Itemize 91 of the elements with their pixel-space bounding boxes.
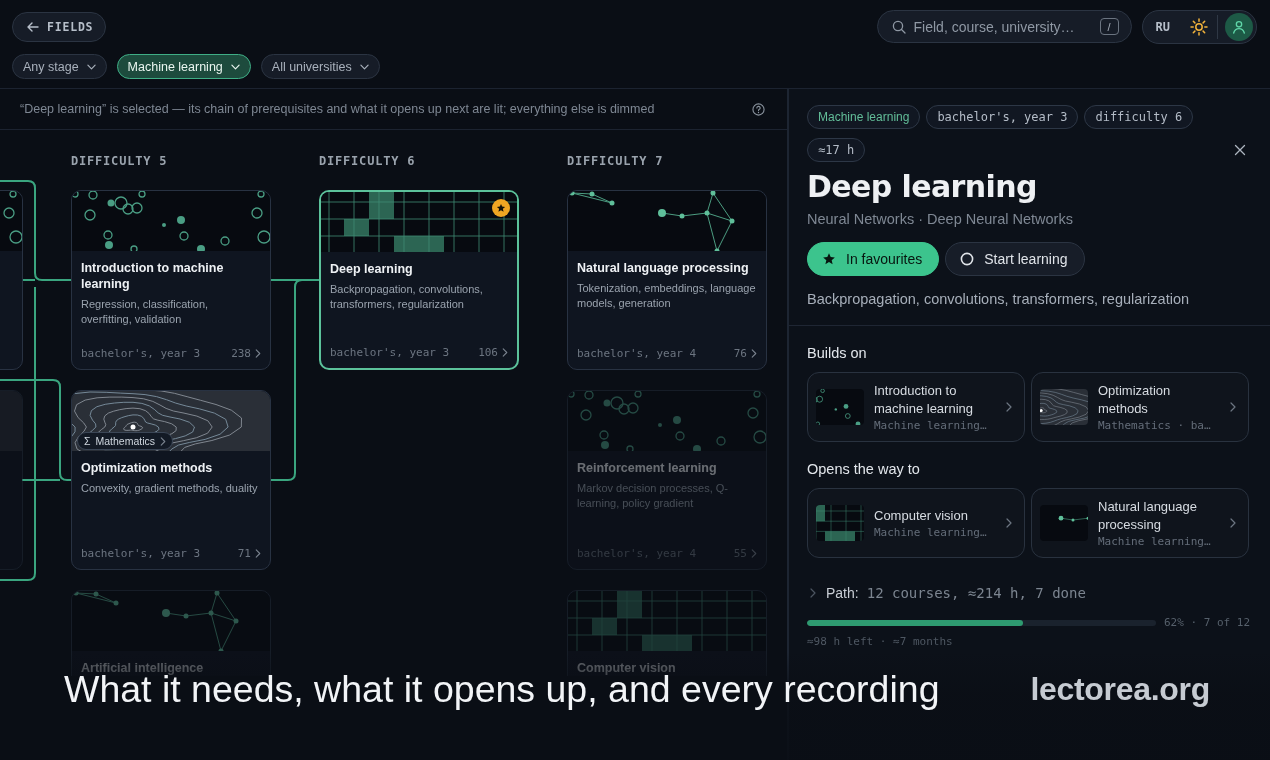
arrow-left-icon <box>27 21 39 33</box>
chevron-right-icon <box>255 549 261 558</box>
back-button[interactable]: FIELDS <box>12 12 106 42</box>
course-topics: Regression, classification, overfitting, validation <box>81 297 210 327</box>
course-link[interactable]: Introduction to machine learning Machine learning… <box>807 372 1025 442</box>
tag: difficulty 6 <box>1084 105 1194 129</box>
chevron-right-icon <box>751 349 757 358</box>
filter-dropdown[interactable]: Any stage <box>12 54 107 79</box>
field-link[interactable]: Σ Mathematics <box>77 432 174 450</box>
progress-reading: 62% · 7 of 12 <box>1163 616 1250 629</box>
column-heading: DIFFICULTY 6 <box>319 154 417 168</box>
start-button[interactable]: Start learning <box>945 242 1085 276</box>
path-summary: 12 courses, ≈214 h, 7 done <box>866 585 1086 601</box>
course-card[interactable]: Natural language processing Tokenization, embeddings, language models, generation bachelor's, year 4 76 <box>567 190 767 370</box>
link-meta: Machine learning… <box>874 419 988 432</box>
course-link[interactable]: Optimization methods Mathematics · ba… <box>1031 372 1249 442</box>
caret-icon <box>230 63 240 70</box>
course-title: Optimization methods <box>81 460 214 476</box>
close-button[interactable] <box>1234 144 1246 156</box>
chevron-right-icon[interactable] <box>810 588 816 598</box>
course-title: Natural language processing <box>577 260 750 276</box>
course-link[interactable]: Natural language processing Machine learning… <box>1031 488 1249 558</box>
link-meta: Machine learning… <box>874 526 988 539</box>
course-title: Reinforcement learning <box>577 460 718 476</box>
bubbles-drawing <box>816 389 864 425</box>
shortcut-key: / <box>1099 18 1119 35</box>
course-topics: Markov decision processes, Q-learning, policy gradient <box>577 481 729 511</box>
help-icon[interactable] <box>752 102 765 116</box>
course-heading: Deep learning <box>807 168 1038 206</box>
link-title: Natural language processing <box>1098 498 1199 534</box>
chevron-right-icon <box>255 349 261 358</box>
tag: Machine learning <box>807 105 921 129</box>
course-card[interactable]: Σ Mathematics Optimization methods Convexity, gradient methods, duality bachelor's, year 3 71 <box>71 390 271 570</box>
time-remaining: ≈98 h left · ≈7 months <box>807 635 954 648</box>
chevron-right-icon <box>1230 518 1236 528</box>
column-heading: DIFFICULTY 7 <box>567 154 665 168</box>
network-drawing <box>1040 505 1088 541</box>
recording-count: 238 <box>231 347 251 360</box>
course-topics: Backpropagation, convolutions, transformers, regularization <box>330 282 484 312</box>
chevron-right-icon <box>502 348 508 357</box>
tag: ≈17 h <box>807 138 866 162</box>
caret-icon <box>359 63 369 70</box>
course-title: Computer vision <box>577 660 677 675</box>
course-level: bachelor's, year 3 <box>330 346 450 359</box>
course-level: bachelor's, year 3 <box>81 347 201 360</box>
link-title: Introduction to machine learning <box>874 382 974 418</box>
search-icon <box>891 20 906 34</box>
link-title: Optimization methods <box>1098 382 1172 418</box>
course-description: Backpropagation, convolutions, transformers, regularization <box>807 291 1191 307</box>
course-link[interactable]: Computer vision Machine learning… <box>807 488 1025 558</box>
course-subfields: Neural Networks · Deep Neural Networks <box>807 211 1074 227</box>
recording-count: 71 <box>237 547 251 560</box>
chevron-right-icon <box>751 549 757 558</box>
chevron-right-icon <box>1006 402 1012 412</box>
grid-drawing <box>816 505 864 541</box>
theme-toggle[interactable] <box>1190 18 1208 36</box>
course-topics: Tokenization, embeddings, language models, generation <box>577 281 757 311</box>
course-title: Deep learning <box>330 261 414 277</box>
course-level: bachelor's, year 4 <box>577 347 697 360</box>
course-card[interactable]: Introduction to machine learning Regression, classification, overfitting, validation bachelor's, year 3 238 <box>71 190 271 370</box>
circle-icon <box>960 252 975 266</box>
caret-icon <box>86 63 96 70</box>
course-title: Introduction to machine learning <box>81 260 225 292</box>
tag: bachelor's, year 3 <box>926 105 1079 129</box>
filter-dropdown[interactable]: Machine learning <box>116 54 251 79</box>
person-icon <box>1231 19 1247 35</box>
course-level: bachelor's, year 3 <box>81 547 201 560</box>
recording-count: 106 <box>478 346 498 359</box>
chevron-right-icon <box>1006 518 1012 528</box>
filter-dropdown[interactable]: All universities <box>260 54 380 79</box>
link-title: Computer vision <box>874 507 969 525</box>
link-meta: Mathematics · ba… <box>1098 419 1212 432</box>
section-heading: Builds on <box>807 344 868 362</box>
course-card[interactable]: Deep learning Backpropagation, convolutions, transformers, regularization bachelor's, year 3 106 <box>319 190 519 370</box>
recording-count: 76 <box>733 347 747 360</box>
contour-drawing <box>1040 389 1088 425</box>
link-meta: Machine learning… <box>1098 535 1212 548</box>
chevron-right-icon <box>1230 402 1236 412</box>
course-topics: Convexity, gradient methods, duality <box>81 481 259 496</box>
chevron-right-icon <box>160 436 167 446</box>
path-label: Path: <box>826 585 859 601</box>
profile-button[interactable] <box>1225 13 1253 41</box>
column-heading: DIFFICULTY 5 <box>71 154 169 168</box>
brand-name: lectorea.org <box>1030 670 1210 708</box>
section-heading: Opens the way to <box>807 460 921 478</box>
selection-hint: “Deep learning” is selected — its chain of prerequisites and what it opens up next are lit; everything else is dimmed <box>20 102 655 116</box>
star-icon <box>822 252 836 266</box>
language-button[interactable]: RU <box>1155 20 1170 34</box>
favourite-button[interactable]: In favourites <box>807 242 940 276</box>
close-icon <box>1234 144 1246 156</box>
sun-icon <box>1190 18 1208 36</box>
